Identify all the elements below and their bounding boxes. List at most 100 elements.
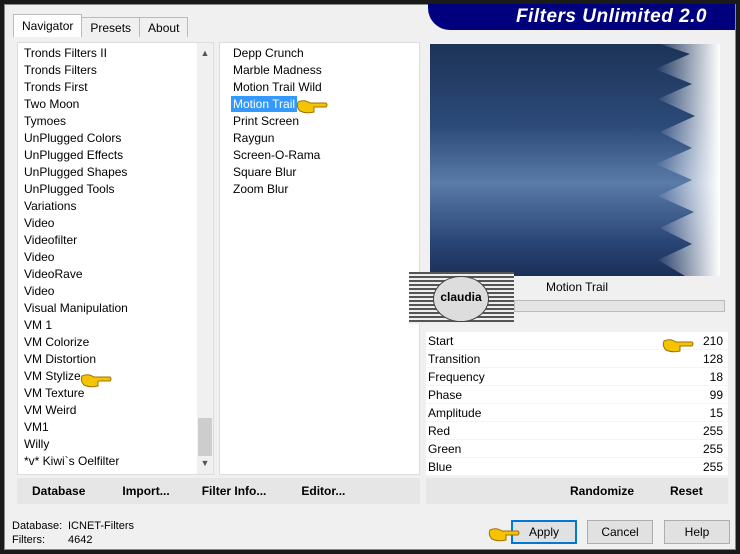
item-label: Print Screen: [233, 114, 300, 128]
item-label: Tronds First: [24, 80, 88, 94]
parameter-value[interactable]: 255: [703, 458, 723, 475]
category-item[interactable]: VM Stylize: [18, 368, 213, 385]
randomize-button[interactable]: Randomize: [570, 484, 634, 498]
item-label: Motion Trail: [231, 96, 298, 112]
reset-button[interactable]: Reset: [670, 484, 703, 498]
category-item[interactable]: Visual Manipulation: [18, 300, 213, 317]
filter-item[interactable]: Marble Madness: [227, 62, 419, 79]
category-list[interactable]: ▲ ▼ Tronds Filters II Tronds Filters Trond…: [17, 42, 214, 475]
parameter-label: Frequency: [428, 370, 485, 384]
parameter-row[interactable]: Red 255: [426, 422, 728, 440]
category-scrollbar[interactable]: ▲ ▼: [197, 43, 213, 474]
tab-presets[interactable]: Presets: [81, 17, 141, 37]
filter-item[interactable]: Raygun: [227, 130, 419, 147]
item-label: Video: [24, 250, 55, 264]
preview-trail-shape: [655, 44, 720, 276]
parameter-value[interactable]: 18: [710, 368, 723, 385]
item-label: VM Stylize: [24, 369, 81, 383]
filter-item[interactable]: Zoom Blur: [227, 181, 419, 198]
parameter-row[interactable]: Amplitude 15: [426, 404, 728, 422]
parameter-label: Amplitude: [428, 406, 482, 420]
category-item[interactable]: VM Weird: [18, 402, 213, 419]
category-item[interactable]: VM Distortion: [18, 351, 213, 368]
tab-about[interactable]: About: [139, 17, 189, 37]
title-banner: Filters Unlimited 2.0: [428, 4, 735, 30]
parameter-row[interactable]: Phase 99: [426, 386, 728, 404]
category-item[interactable]: *v* Kiwi`s Oelfilter: [18, 453, 213, 470]
item-label: VM Weird: [24, 403, 77, 417]
item-label: Raygun: [233, 131, 275, 145]
parameter-label: Start: [428, 334, 454, 348]
category-item[interactable]: VM Texture: [18, 385, 213, 402]
filters-count: 4642: [68, 534, 93, 546]
apply-button[interactable]: Apply: [511, 520, 577, 544]
item-label: VideoRave: [24, 267, 83, 281]
category-item[interactable]: Two Moon: [18, 96, 213, 113]
navigator-button-row: Database Import... Filter Info... Editor…: [17, 478, 420, 504]
pointing-hand-icon: [488, 528, 520, 542]
parameter-label: Red: [428, 424, 451, 438]
item-label: Variations: [24, 199, 77, 213]
parameter-value[interactable]: 210: [703, 332, 723, 349]
tab-navigator[interactable]: Navigator: [13, 14, 83, 37]
parameter-button-row: Randomize Reset: [426, 478, 728, 504]
parameter-value[interactable]: 15: [710, 404, 723, 421]
database-button[interactable]: Database: [32, 484, 85, 498]
parameter-value[interactable]: 255: [703, 422, 723, 439]
filter-item[interactable]: Square Blur: [227, 164, 419, 181]
item-label: VM Colorize: [24, 335, 90, 349]
category-item[interactable]: VM1: [18, 419, 213, 436]
category-item[interactable]: Videofilter: [18, 232, 213, 249]
category-item[interactable]: UnPlugged Tools: [18, 181, 213, 198]
scroll-down-icon[interactable]: ▼: [197, 455, 213, 472]
category-item[interactable]: Variations: [18, 198, 213, 215]
filter-info-button[interactable]: Filter Info...: [202, 484, 267, 498]
item-label: Video: [24, 284, 55, 298]
category-item[interactable]: Video: [18, 249, 213, 266]
parameter-row[interactable]: Frequency 18: [426, 368, 728, 386]
category-item[interactable]: UnPlugged Effects: [18, 147, 213, 164]
parameter-value[interactable]: 99: [710, 386, 723, 403]
item-label: Depp Crunch: [233, 46, 304, 60]
filter-item[interactable]: Screen-O-Rama: [227, 147, 419, 164]
import-button[interactable]: Import...: [122, 484, 169, 498]
filter-item[interactable]: Motion Trail Wild: [227, 79, 419, 96]
category-item[interactable]: Willy: [18, 436, 213, 453]
category-item[interactable]: VM 1: [18, 317, 213, 334]
item-label: Tronds Filters II: [24, 46, 107, 60]
parameter-value[interactable]: 128: [703, 350, 723, 367]
parameter-label: Phase: [428, 388, 463, 402]
status-info: Database: ICNET-Filters Filters: 4642: [12, 519, 134, 547]
item-label: UnPlugged Shapes: [24, 165, 128, 179]
category-item[interactable]: Video: [18, 215, 213, 232]
category-item[interactable]: VideoRave: [18, 266, 213, 283]
category-item[interactable]: Video: [18, 283, 213, 300]
parameter-list: Start 210 Transition 128 Frequency 18 Phase 99 A…: [426, 332, 728, 476]
item-label: Video: [24, 216, 55, 230]
pointing-hand-icon: [662, 339, 694, 353]
help-button[interactable]: Help: [664, 520, 730, 544]
filter-progress-bar: [514, 300, 725, 312]
parameter-row[interactable]: Green 255: [426, 440, 728, 458]
filter-item[interactable]: Depp Crunch: [227, 45, 419, 62]
preview-image: [430, 44, 720, 276]
parameter-label: Blue: [428, 460, 453, 474]
parameter-value[interactable]: 255: [703, 440, 723, 457]
category-item[interactable]: VM Colorize: [18, 334, 213, 351]
cancel-button[interactable]: Cancel: [587, 520, 653, 544]
scroll-up-icon[interactable]: ▲: [197, 45, 213, 62]
category-item[interactable]: Tronds Filters II: [18, 45, 213, 62]
category-item[interactable]: UnPlugged Shapes: [18, 164, 213, 181]
category-item[interactable]: Tymoes: [18, 113, 213, 130]
category-item[interactable]: Tronds First: [18, 79, 213, 96]
category-item[interactable]: UnPlugged Colors: [18, 130, 213, 147]
filter-name: Motion Trail: [545, 280, 609, 294]
item-label: Tronds Filters: [24, 63, 97, 77]
scroll-thumb[interactable]: [198, 418, 212, 456]
editor-button[interactable]: Editor...: [301, 484, 345, 498]
parameter-row[interactable]: Blue 255: [426, 458, 728, 476]
database-value: ICNET-Filters: [68, 520, 134, 532]
category-item[interactable]: Tronds Filters: [18, 62, 213, 79]
filter-item[interactable]: Print Screen: [227, 113, 419, 130]
item-label: Visual Manipulation: [24, 301, 128, 315]
